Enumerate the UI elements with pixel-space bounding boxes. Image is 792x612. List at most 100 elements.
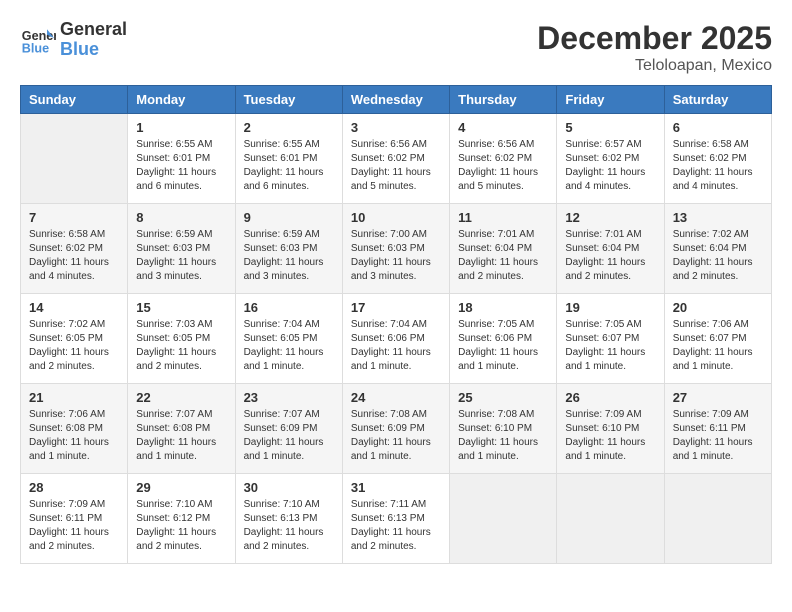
- day-info: Sunrise: 7:04 AM Sunset: 6:06 PM Dayligh…: [351, 318, 441, 374]
- month-title: December 2025: [537, 20, 772, 57]
- day-number: 10: [351, 210, 441, 225]
- day-info: Sunrise: 7:10 AM Sunset: 6:13 PM Dayligh…: [244, 498, 334, 554]
- day-number: 21: [29, 390, 119, 405]
- calendar-day-22: 22 Sunrise: 7:07 AM Sunset: 6:08 PM Dayli…: [128, 384, 235, 474]
- calendar-day-17: 17 Sunrise: 7:04 AM Sunset: 6:06 PM Dayli…: [342, 294, 449, 384]
- day-number: 29: [136, 480, 226, 495]
- day-info: Sunrise: 7:06 AM Sunset: 6:07 PM Dayligh…: [673, 318, 763, 374]
- calendar-day-31: 31 Sunrise: 7:11 AM Sunset: 6:13 PM Dayli…: [342, 474, 449, 564]
- day-info: Sunrise: 6:58 AM Sunset: 6:02 PM Dayligh…: [673, 138, 763, 194]
- day-number: 30: [244, 480, 334, 495]
- calendar-day-21: 21 Sunrise: 7:06 AM Sunset: 6:08 PM Dayli…: [21, 384, 128, 474]
- calendar-day-20: 20 Sunrise: 7:06 AM Sunset: 6:07 PM Dayli…: [664, 294, 771, 384]
- day-info: Sunrise: 6:57 AM Sunset: 6:02 PM Dayligh…: [565, 138, 655, 194]
- day-number: 24: [351, 390, 441, 405]
- calendar-day-7: 7Sunrise: 6:58 AM Sunset: 6:02 PM Daylig…: [21, 204, 128, 294]
- day-number: 17: [351, 300, 441, 315]
- day-info: Sunrise: 6:56 AM Sunset: 6:02 PM Dayligh…: [458, 138, 548, 194]
- day-info: Sunrise: 6:55 AM Sunset: 6:01 PM Dayligh…: [136, 138, 226, 194]
- svg-text:Blue: Blue: [22, 41, 49, 55]
- day-info: Sunrise: 7:09 AM Sunset: 6:11 PM Dayligh…: [673, 408, 763, 464]
- calendar-day-12: 12 Sunrise: 7:01 AM Sunset: 6:04 PM Dayli…: [557, 204, 664, 294]
- day-info: Sunrise: 7:01 AM Sunset: 6:04 PM Dayligh…: [565, 228, 655, 284]
- day-number: 13: [673, 210, 763, 225]
- day-number: 22: [136, 390, 226, 405]
- calendar-day-26: 26 Sunrise: 7:09 AM Sunset: 6:10 PM Dayli…: [557, 384, 664, 474]
- day-info: Sunrise: 7:01 AM Sunset: 6:04 PM Dayligh…: [458, 228, 548, 284]
- calendar-header-row: SundayMondayTuesdayWednesdayThursdayFrid…: [21, 86, 772, 114]
- calendar-day-15: 15Sunrise: 7:03 AM Sunset: 6:05 PM Dayli…: [128, 294, 235, 384]
- day-number: 26: [565, 390, 655, 405]
- header-day-saturday: Saturday: [664, 86, 771, 114]
- calendar-week-row: 1 Sunrise: 6:55 AM Sunset: 6:01 PM Daylig…: [21, 114, 772, 204]
- day-number: 2: [244, 120, 334, 135]
- day-number: 7: [29, 210, 119, 225]
- day-number: 20: [673, 300, 763, 315]
- calendar-week-row: 7Sunrise: 6:58 AM Sunset: 6:02 PM Daylig…: [21, 204, 772, 294]
- logo-icon: General Blue: [20, 22, 56, 58]
- day-info: Sunrise: 7:02 AM Sunset: 6:05 PM Dayligh…: [29, 318, 119, 374]
- calendar-day-1: 1 Sunrise: 6:55 AM Sunset: 6:01 PM Daylig…: [128, 114, 235, 204]
- header-day-tuesday: Tuesday: [235, 86, 342, 114]
- calendar-week-row: 21 Sunrise: 7:06 AM Sunset: 6:08 PM Dayli…: [21, 384, 772, 474]
- day-info: Sunrise: 7:04 AM Sunset: 6:05 PM Dayligh…: [244, 318, 334, 374]
- calendar-day-8: 8Sunrise: 6:59 AM Sunset: 6:03 PM Daylig…: [128, 204, 235, 294]
- day-info: Sunrise: 7:11 AM Sunset: 6:13 PM Dayligh…: [351, 498, 441, 554]
- day-info: Sunrise: 7:08 AM Sunset: 6:09 PM Dayligh…: [351, 408, 441, 464]
- day-info: Sunrise: 6:56 AM Sunset: 6:02 PM Dayligh…: [351, 138, 441, 194]
- calendar-day-28: 28 Sunrise: 7:09 AM Sunset: 6:11 PM Dayli…: [21, 474, 128, 564]
- calendar-day-23: 23 Sunrise: 7:07 AM Sunset: 6:09 PM Dayli…: [235, 384, 342, 474]
- day-number: 1: [136, 120, 226, 135]
- day-number: 16: [244, 300, 334, 315]
- calendar-day-13: 13Sunrise: 7:02 AM Sunset: 6:04 PM Dayli…: [664, 204, 771, 294]
- calendar-day-16: 16 Sunrise: 7:04 AM Sunset: 6:05 PM Dayli…: [235, 294, 342, 384]
- calendar-empty-cell: [664, 474, 771, 564]
- day-info: Sunrise: 7:05 AM Sunset: 6:06 PM Dayligh…: [458, 318, 548, 374]
- calendar-day-3: 3 Sunrise: 6:56 AM Sunset: 6:02 PM Daylig…: [342, 114, 449, 204]
- day-number: 6: [673, 120, 763, 135]
- calendar-empty-cell: [450, 474, 557, 564]
- day-number: 12: [565, 210, 655, 225]
- day-info: Sunrise: 7:07 AM Sunset: 6:09 PM Dayligh…: [244, 408, 334, 464]
- calendar-day-11: 11Sunrise: 7:01 AM Sunset: 6:04 PM Dayli…: [450, 204, 557, 294]
- header-day-monday: Monday: [128, 86, 235, 114]
- day-number: 31: [351, 480, 441, 495]
- day-info: Sunrise: 7:07 AM Sunset: 6:08 PM Dayligh…: [136, 408, 226, 464]
- day-number: 18: [458, 300, 548, 315]
- calendar-empty-cell: [557, 474, 664, 564]
- calendar-day-14: 14 Sunrise: 7:02 AM Sunset: 6:05 PM Dayli…: [21, 294, 128, 384]
- day-info: Sunrise: 7:05 AM Sunset: 6:07 PM Dayligh…: [565, 318, 655, 374]
- calendar-day-5: 5Sunrise: 6:57 AM Sunset: 6:02 PM Daylig…: [557, 114, 664, 204]
- day-info: Sunrise: 7:10 AM Sunset: 6:12 PM Dayligh…: [136, 498, 226, 554]
- calendar-day-30: 30 Sunrise: 7:10 AM Sunset: 6:13 PM Dayli…: [235, 474, 342, 564]
- day-number: 23: [244, 390, 334, 405]
- logo: General Blue General Blue: [20, 20, 127, 60]
- calendar-week-row: 14 Sunrise: 7:02 AM Sunset: 6:05 PM Dayli…: [21, 294, 772, 384]
- day-number: 25: [458, 390, 548, 405]
- day-info: Sunrise: 6:55 AM Sunset: 6:01 PM Dayligh…: [244, 138, 334, 194]
- header-day-sunday: Sunday: [21, 86, 128, 114]
- day-info: Sunrise: 7:09 AM Sunset: 6:10 PM Dayligh…: [565, 408, 655, 464]
- day-number: 3: [351, 120, 441, 135]
- day-number: 28: [29, 480, 119, 495]
- calendar-day-18: 18 Sunrise: 7:05 AM Sunset: 6:06 PM Dayli…: [450, 294, 557, 384]
- calendar-day-9: 9Sunrise: 6:59 AM Sunset: 6:03 PM Daylig…: [235, 204, 342, 294]
- location-title: Teloloapan, Mexico: [537, 57, 772, 75]
- day-info: Sunrise: 7:00 AM Sunset: 6:03 PM Dayligh…: [351, 228, 441, 284]
- day-number: 27: [673, 390, 763, 405]
- calendar-day-25: 25 Sunrise: 7:08 AM Sunset: 6:10 PM Dayli…: [450, 384, 557, 474]
- calendar-day-4: 4 Sunrise: 6:56 AM Sunset: 6:02 PM Daylig…: [450, 114, 557, 204]
- header-day-thursday: Thursday: [450, 86, 557, 114]
- day-number: 4: [458, 120, 548, 135]
- calendar-day-6: 6 Sunrise: 6:58 AM Sunset: 6:02 PM Daylig…: [664, 114, 771, 204]
- calendar-day-10: 10 Sunrise: 7:00 AM Sunset: 6:03 PM Dayli…: [342, 204, 449, 294]
- calendar-week-row: 28 Sunrise: 7:09 AM Sunset: 6:11 PM Dayli…: [21, 474, 772, 564]
- day-info: Sunrise: 7:08 AM Sunset: 6:10 PM Dayligh…: [458, 408, 548, 464]
- day-info: Sunrise: 7:09 AM Sunset: 6:11 PM Dayligh…: [29, 498, 119, 554]
- day-info: Sunrise: 7:03 AM Sunset: 6:05 PM Dayligh…: [136, 318, 226, 374]
- day-number: 14: [29, 300, 119, 315]
- header-day-friday: Friday: [557, 86, 664, 114]
- calendar-day-24: 24 Sunrise: 7:08 AM Sunset: 6:09 PM Dayli…: [342, 384, 449, 474]
- day-info: Sunrise: 7:06 AM Sunset: 6:08 PM Dayligh…: [29, 408, 119, 464]
- page-header: General Blue General Blue December 2025 …: [20, 20, 772, 75]
